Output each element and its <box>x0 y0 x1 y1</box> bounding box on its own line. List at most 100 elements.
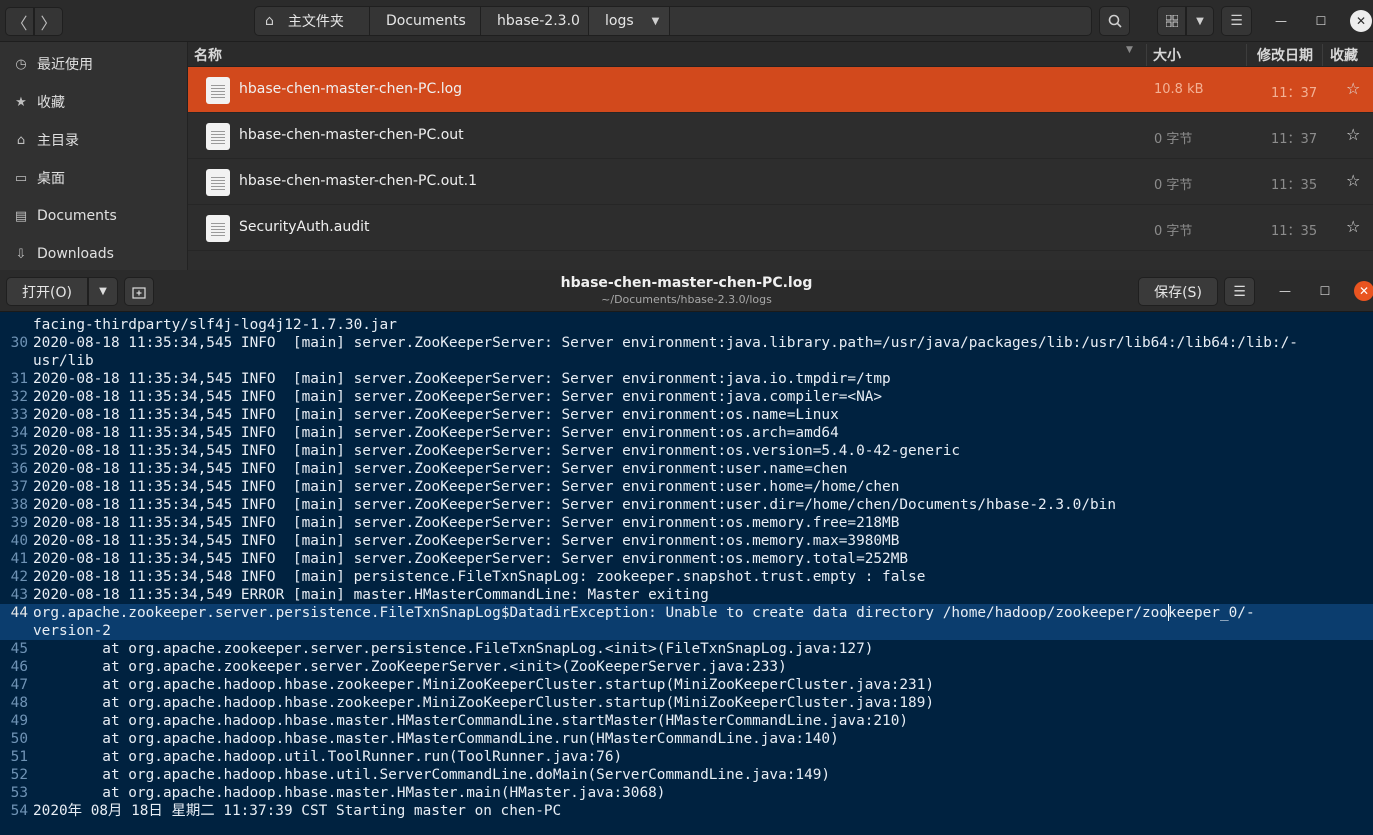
code-line[interactable]: 37 2020-08-18 11:35:34,545 INFO [main] se… <box>0 478 1373 496</box>
breadcrumb-home[interactable]: ⌂ 主文件夹 <box>255 7 370 35</box>
breadcrumb-label: 主文件夹 <box>287 14 344 30</box>
editor-close-button[interactable]: ✕ <box>1354 281 1373 301</box>
sidebar-item-documents[interactable]: ▤ Documents <box>0 197 188 235</box>
file-modified: 11：37 <box>1271 86 1318 101</box>
code-line[interactable]: 35 2020-08-18 11:35:34,545 INFO [main] se… <box>0 442 1373 460</box>
caret-down-icon: ▼ <box>1196 15 1204 27</box>
menu-button[interactable]: ☰ <box>1221 6 1252 36</box>
places-sidebar: ◷ 最近使用 ★ 收藏 ⌂ 主目录 ▭ 桌面 ▤ Documents ⇩ Dow… <box>0 42 188 270</box>
code-line[interactable]: 50 at org.apache.hadoop.hbase.master.HMa… <box>0 730 1373 748</box>
file-modified: 11：35 <box>1271 224 1318 239</box>
code-line-current[interactable]: 44 org.apache.zookeeper.server.persistenc… <box>0 604 1373 622</box>
code-line[interactable]: 48 at org.apache.hadoop.hbase.zookeeper.… <box>0 694 1373 712</box>
line-number: 43 <box>10 587 28 603</box>
code-line[interactable]: 38 2020-08-18 11:35:34,545 INFO [main] se… <box>0 496 1373 514</box>
editor-menu-button[interactable]: ☰ <box>1224 277 1255 306</box>
code-line-current[interactable]: version-2 <box>0 622 1373 640</box>
line-text: 2020-08-18 11:35:34,545 INFO [main] serv… <box>33 551 909 567</box>
line-text: usr/lib <box>33 353 94 369</box>
chevron-left-icon: 〈 <box>11 13 28 33</box>
code-line[interactable]: 46 at org.apache.zookeeper.server.ZooKee… <box>0 658 1373 676</box>
sidebar-item-desktop[interactable]: ▭ 桌面 <box>0 159 188 197</box>
code-line[interactable]: 31 2020-08-18 11:35:34,545 INFO [main] se… <box>0 370 1373 388</box>
star-outline-icon[interactable]: ☆ <box>1346 217 1360 236</box>
code-line[interactable]: 45 at org.apache.zookeeper.server.persis… <box>0 640 1373 658</box>
file-size: 0 字节 <box>1154 178 1193 193</box>
code-line[interactable]: 30 2020-08-18 11:35:34,545 INFO [main] se… <box>0 334 1373 352</box>
maximize-button[interactable]: ☐ <box>1310 10 1332 32</box>
save-button[interactable]: 保存(S) <box>1138 277 1218 306</box>
code-line[interactable]: 40 2020-08-18 11:35:34,545 INFO [main] se… <box>0 532 1373 550</box>
chevron-right-icon: 〉 <box>40 13 57 33</box>
code-line[interactable]: 41 2020-08-18 11:35:34,545 INFO [main] se… <box>0 550 1373 568</box>
path-bar: ⌂ 主文件夹 Documents hbase-2.3.0 logs ▼ <box>254 6 1092 36</box>
code-line[interactable]: 33 2020-08-18 11:35:34,545 INFO [main] se… <box>0 406 1373 424</box>
column-separator <box>1246 44 1247 66</box>
code-line[interactable]: usr/lib <box>0 352 1373 370</box>
file-row[interactable]: SecurityAuth.audit 0 字节 11：35 ☆ <box>188 205 1373 251</box>
code-line[interactable]: 47 at org.apache.hadoop.hbase.zookeeper.… <box>0 676 1373 694</box>
minimize-icon: — <box>1275 14 1287 28</box>
breadcrumb-documents[interactable]: Documents <box>370 7 481 35</box>
forward-button[interactable]: 〉 <box>34 7 63 36</box>
star-outline-icon[interactable]: ☆ <box>1346 171 1360 190</box>
breadcrumb-hbase[interactable]: hbase-2.3.0 <box>481 7 589 35</box>
search-button[interactable] <box>1099 6 1130 36</box>
code-line[interactable]: 53 at org.apache.hadoop.hbase.master.HMa… <box>0 784 1373 802</box>
sort-down-icon: ▼ <box>1126 45 1133 55</box>
code-line[interactable]: 36 2020-08-18 11:35:34,545 INFO [main] se… <box>0 460 1373 478</box>
code-line[interactable]: 42 2020-08-18 11:35:34,548 INFO [main] pe… <box>0 568 1373 586</box>
line-number: 46 <box>10 659 28 675</box>
code-line[interactable]: 54 2020年 08月 18日 星期二 11:37:39 CST Startin… <box>0 802 1373 820</box>
line-number: 32 <box>10 389 28 405</box>
code-line[interactable]: facing-thirdparty/slf4j-log4j12-1.7.30.j… <box>0 316 1373 334</box>
line-text: at org.apache.hadoop.hbase.util.ServerCo… <box>33 767 831 783</box>
star-icon: ★ <box>15 94 27 110</box>
line-number: 54 <box>10 803 28 819</box>
code-line[interactable]: 49 at org.apache.hadoop.hbase.master.HMa… <box>0 712 1373 730</box>
star-outline-icon[interactable]: ☆ <box>1346 125 1360 144</box>
breadcrumb-logs[interactable]: logs ▼ <box>589 7 670 35</box>
column-header-starred[interactable]: 收藏 <box>1330 45 1358 65</box>
column-header-modified[interactable]: 修改日期 <box>1257 45 1313 65</box>
line-text: 2020-08-18 11:35:34,549 ERROR [main] mas… <box>33 587 709 603</box>
line-number: 44 <box>10 605 28 621</box>
sidebar-item-downloads[interactable]: ⇩ Downloads <box>0 235 188 273</box>
minimize-button[interactable]: — <box>1270 10 1292 32</box>
line-text: facing-thirdparty/slf4j-log4j12-1.7.30.j… <box>33 317 397 333</box>
close-icon: ✕ <box>1355 14 1367 28</box>
sidebar-item-label: 最近使用 <box>37 57 93 73</box>
view-grid-button[interactable] <box>1157 6 1186 36</box>
editor-maximize-button[interactable]: ☐ <box>1315 281 1335 301</box>
file-row[interactable]: hbase-chen-master-chen-PC.out 0 字节 11：37… <box>188 113 1373 159</box>
editor-minimize-button[interactable]: — <box>1275 281 1295 301</box>
back-button[interactable]: 〈 <box>5 7 34 36</box>
text-file-icon <box>206 77 230 104</box>
file-name: SecurityAuth.audit <box>239 219 370 235</box>
code-line[interactable]: 39 2020-08-18 11:35:34,545 INFO [main] se… <box>0 514 1373 532</box>
download-icon: ⇩ <box>15 246 27 262</box>
sidebar-item-home[interactable]: ⌂ 主目录 <box>0 121 188 159</box>
file-row[interactable]: hbase-chen-master-chen-PC.log 10.8 kB 11… <box>188 67 1373 113</box>
line-number: 39 <box>10 515 28 531</box>
line-text: 2020-08-18 11:35:34,545 INFO [main] serv… <box>33 335 1298 351</box>
code-line[interactable]: 43 2020-08-18 11:35:34,549 ERROR [main] m… <box>0 586 1373 604</box>
line-text: org.apache.zookeeper.server.persistence.… <box>33 605 1255 621</box>
sidebar-item-starred[interactable]: ★ 收藏 <box>0 83 188 121</box>
line-number: 41 <box>10 551 28 567</box>
line-number: 33 <box>10 407 28 423</box>
column-header-name[interactable]: 名称 <box>194 45 222 65</box>
line-text: 2020-08-18 11:35:34,545 INFO [main] serv… <box>33 479 900 495</box>
file-name: hbase-chen-master-chen-PC.out.1 <box>239 173 477 189</box>
star-outline-icon[interactable]: ☆ <box>1346 79 1360 98</box>
code-line[interactable]: 32 2020-08-18 11:35:34,545 INFO [main] se… <box>0 388 1373 406</box>
view-options-dropdown[interactable]: ▼ <box>1186 6 1214 36</box>
code-line[interactable]: 52 at org.apache.hadoop.hbase.util.Serve… <box>0 766 1373 784</box>
sidebar-item-recent[interactable]: ◷ 最近使用 <box>0 45 188 83</box>
code-line[interactable]: 34 2020-08-18 11:35:34,545 INFO [main] se… <box>0 424 1373 442</box>
file-row[interactable]: hbase-chen-master-chen-PC.out.1 0 字节 11：… <box>188 159 1373 205</box>
code-line[interactable]: 51 at org.apache.hadoop.util.ToolRunner.… <box>0 748 1373 766</box>
close-button[interactable]: ✕ <box>1350 10 1372 32</box>
column-header-size[interactable]: 大小 <box>1153 45 1181 65</box>
code-view[interactable]: facing-thirdparty/slf4j-log4j12-1.7.30.j… <box>0 312 1373 835</box>
